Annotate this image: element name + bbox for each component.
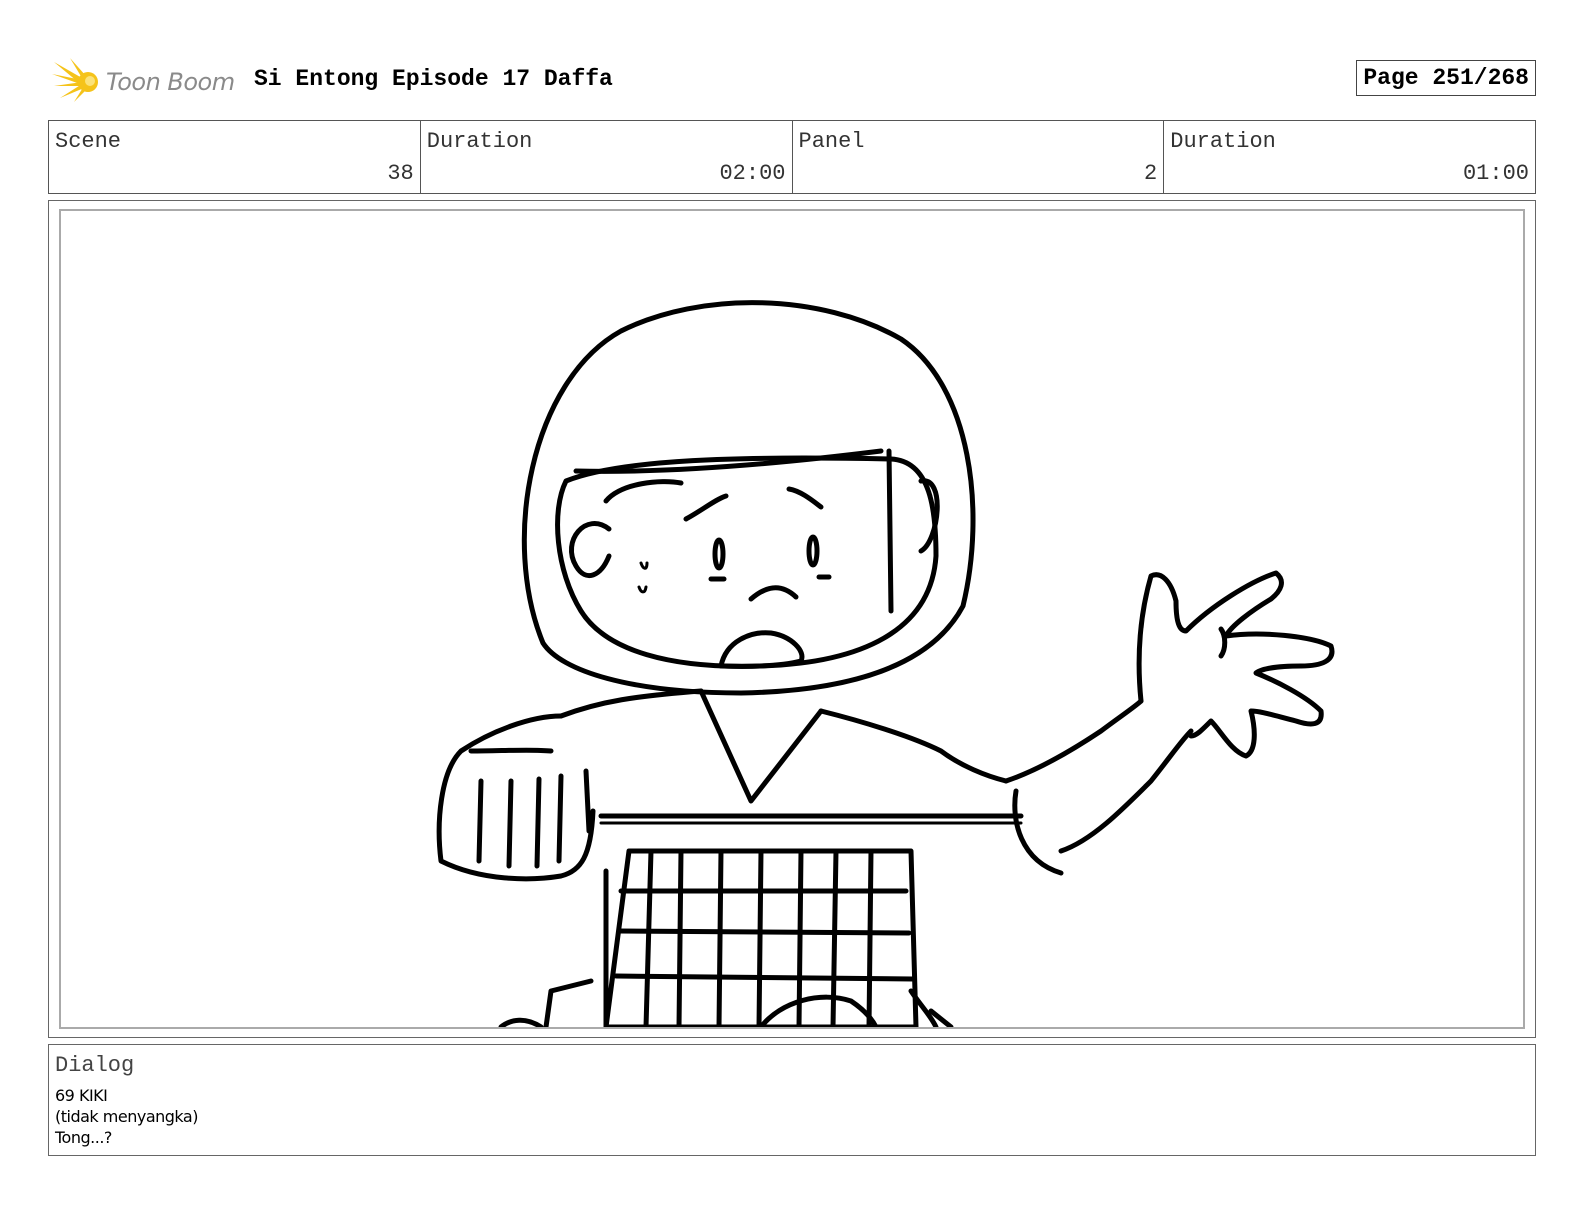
page-header: Toon Boom Si Entong Episode 17 Daffa Pag… (48, 52, 1536, 108)
scene-duration-label: Duration (426, 129, 533, 154)
chin (718, 630, 805, 669)
dialog-text: 69 KIKI (tidak menyangka) Tong...? (55, 1085, 198, 1148)
eye-right (806, 534, 820, 568)
panel-duration-cell: Duration 01:00 (1164, 121, 1535, 193)
dialog-line-character: 69 KIKI (55, 1086, 108, 1105)
scene-duration-cell: Duration 02:00 (421, 121, 793, 193)
eyebrow-left (683, 493, 729, 522)
scene-value: 38 (387, 161, 414, 186)
panel-drawing-area (59, 209, 1525, 1029)
mouth (748, 585, 799, 602)
page-indicator: Page 251/268 (1356, 60, 1536, 96)
hand (1136, 570, 1335, 759)
panel-value: 2 (1144, 161, 1158, 186)
logo-text: Toon Boom (106, 68, 235, 96)
dialog-line-direction: (tidak menyangka) (55, 1107, 198, 1126)
dialog-label: Dialog (55, 1053, 135, 1078)
storyboard-panel (48, 200, 1536, 1038)
scene-duration-value: 02:00 (719, 161, 786, 186)
storyboard-sketch (436, 300, 1335, 1027)
panel-label: Panel (798, 129, 865, 154)
toon-boom-logo: Toon Boom (52, 56, 242, 104)
left-fist (436, 713, 596, 882)
dialog-line-speech: Tong...? (55, 1128, 112, 1147)
eyebrow-right (786, 486, 824, 510)
scene-info-table: Scene 38 Duration 02:00 Panel 2 Duration… (48, 120, 1536, 194)
panel-cell: Panel 2 (793, 121, 1165, 193)
dialog-section: Dialog 69 KIKI (tidak menyangka) Tong...… (48, 1044, 1536, 1156)
shirt-collar (698, 688, 824, 804)
starburst-icon (52, 58, 98, 102)
right-arm (1003, 698, 1144, 784)
eye-left (712, 537, 726, 571)
scene-cell: Scene 38 (49, 121, 421, 193)
project-title: Si Entong Episode 17 Daffa (254, 66, 613, 92)
scene-label: Scene (55, 129, 122, 154)
panel-duration-value: 01:00 (1462, 161, 1529, 186)
panel-duration-label: Duration (1170, 129, 1276, 154)
